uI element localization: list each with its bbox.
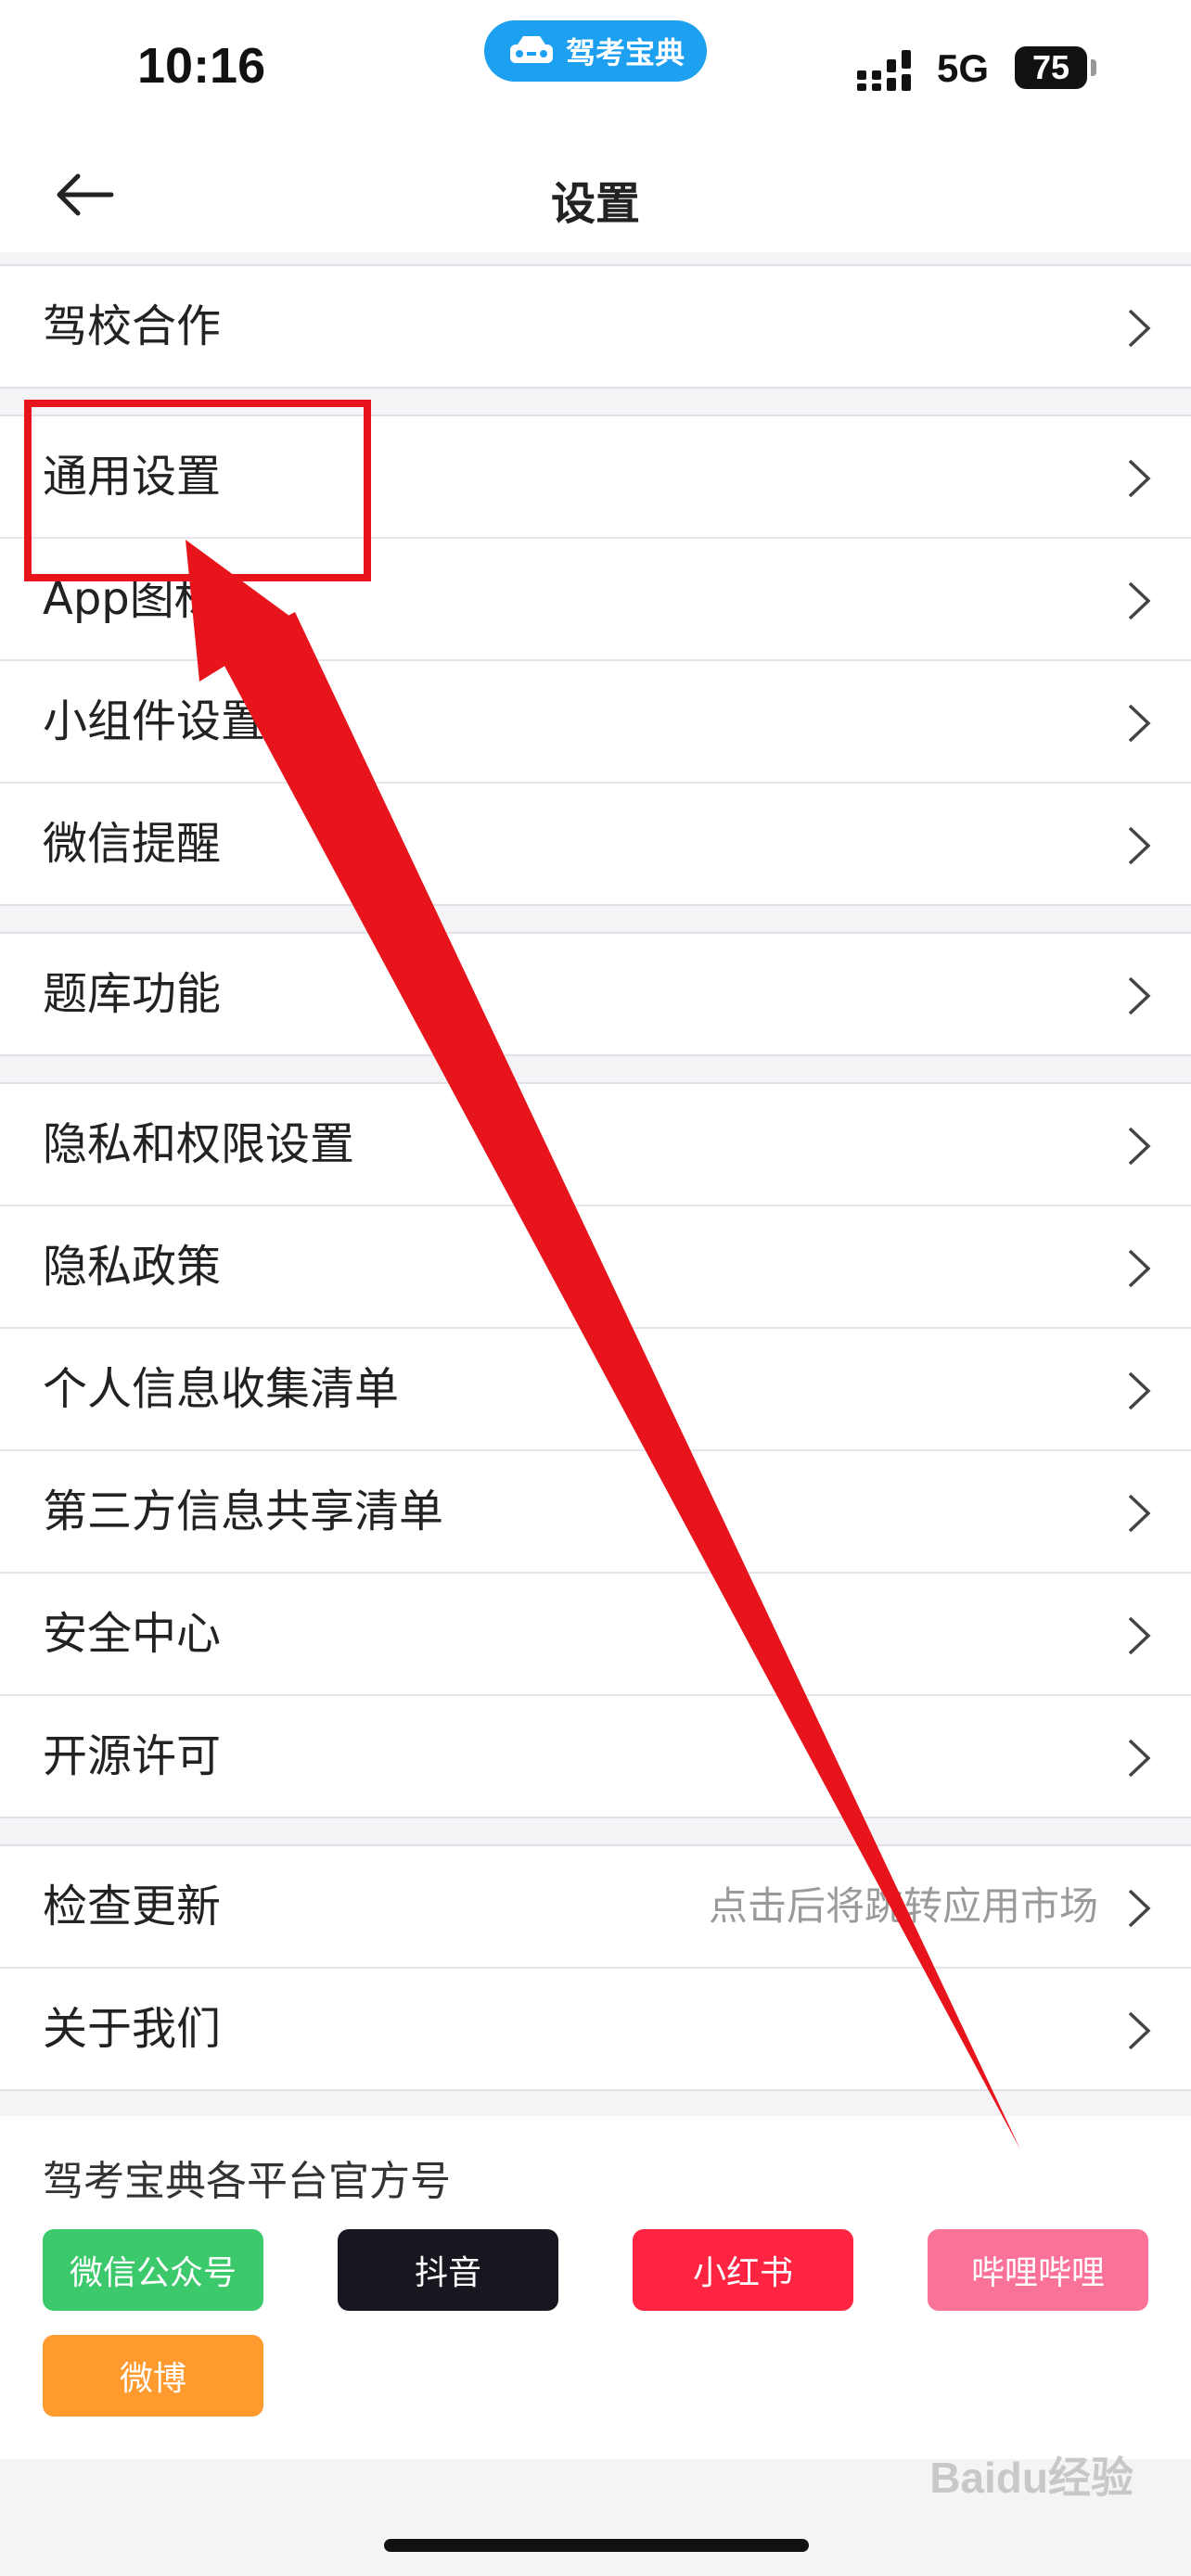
row-label: 安全中心 xyxy=(43,1608,222,1660)
row-privacy-permissions[interactable]: 隐私和权限设置 xyxy=(0,1084,1191,1206)
row-question-bank[interactable]: 题库功能 xyxy=(0,934,1191,1054)
app-pill-label: 驾考宝典 xyxy=(565,35,685,70)
row-label: 检查更新 xyxy=(43,1881,222,1932)
chevron-right-icon xyxy=(1128,1739,1151,1778)
settings-group-5: 检查更新 点击后将跳转应用市场 关于我们 xyxy=(0,1844,1191,2091)
official-accounts-title: 驾考宝典各平台官方号 xyxy=(43,2158,451,2205)
row-wechat-reminder[interactable]: 微信提醒 xyxy=(0,784,1191,904)
settings-group-3: 题库功能 xyxy=(0,932,1191,1056)
row-check-update[interactable]: 检查更新 点击后将跳转应用市场 xyxy=(0,1846,1191,1969)
signal-icon xyxy=(857,50,911,91)
app-indicator-pill[interactable]: 驾考宝典 xyxy=(484,20,707,82)
button-label: 小红书 xyxy=(692,2254,793,2292)
button-label: 哔哩哔哩 xyxy=(970,2254,1105,2292)
row-hint: 点击后将跳转应用市场 xyxy=(708,1883,1098,1929)
chevron-right-icon xyxy=(1128,1889,1151,1928)
row-label: 隐私和权限设置 xyxy=(43,1118,355,1170)
row-label: 小组件设置 xyxy=(43,695,266,747)
chevron-right-icon xyxy=(1128,1494,1151,1533)
chevron-right-icon xyxy=(1128,1127,1151,1166)
row-label: 微信提醒 xyxy=(43,818,222,870)
chevron-right-icon xyxy=(1128,1371,1151,1410)
car-icon xyxy=(509,36,553,63)
row-label: 第三方信息共享清单 xyxy=(43,1486,444,1537)
page-title: 设置 xyxy=(550,178,640,230)
button-label: 微信公众号 xyxy=(69,2254,237,2292)
douyin-button[interactable]: 抖音 xyxy=(338,2229,558,2311)
settings-group-4: 隐私和权限设置 隐私政策 个人信息收集清单 第三方信息共享清单 安全中心 开源许… xyxy=(0,1082,1191,1818)
chevron-right-icon xyxy=(1128,1616,1151,1655)
bilibili-button[interactable]: 哔哩哔哩 xyxy=(928,2229,1148,2311)
chevron-right-icon xyxy=(1128,459,1151,498)
nav-bar: 设置 xyxy=(0,139,1191,252)
chevron-right-icon xyxy=(1128,2011,1151,2050)
row-label: 个人信息收集清单 xyxy=(43,1363,400,1415)
row-privacy-policy[interactable]: 隐私政策 xyxy=(0,1206,1191,1329)
chevron-right-icon xyxy=(1128,581,1151,620)
chevron-right-icon xyxy=(1128,976,1151,1015)
status-time: 10:16 xyxy=(137,38,266,94)
xiaohongshu-button[interactable]: 小红书 xyxy=(633,2229,853,2311)
home-indicator[interactable] xyxy=(384,2539,809,2552)
row-label: 题库功能 xyxy=(43,968,222,1020)
button-label: 微博 xyxy=(119,2360,186,2398)
chevron-right-icon xyxy=(1128,704,1151,743)
chevron-right-icon xyxy=(1128,826,1151,865)
row-third-party-sharing[interactable]: 第三方信息共享清单 xyxy=(0,1451,1191,1574)
battery-icon: 75 xyxy=(1015,46,1096,89)
button-label: 抖音 xyxy=(414,2254,481,2292)
wechat-official-button[interactable]: 微信公众号 xyxy=(43,2229,263,2311)
status-bar: 10:16 驾考宝典 5G 75 xyxy=(0,0,1191,139)
row-open-source-license[interactable]: 开源许可 xyxy=(0,1696,1191,1817)
row-label: 关于我们 xyxy=(43,2003,222,2055)
row-label: 开源许可 xyxy=(43,1730,222,1782)
chevron-right-icon xyxy=(1128,309,1151,348)
weibo-button[interactable]: 微博 xyxy=(43,2335,263,2417)
official-accounts-section: 驾考宝典各平台官方号 微信公众号 抖音 小红书 哔哩哔哩 微博 xyxy=(0,2116,1191,2459)
chevron-right-icon xyxy=(1128,1249,1151,1288)
baidu-watermark: Baidu经验 xyxy=(929,2454,1133,2502)
row-widget-settings[interactable]: 小组件设置 xyxy=(0,661,1191,784)
row-about-us[interactable]: 关于我们 xyxy=(0,1969,1191,2089)
network-type: 5G xyxy=(937,46,990,90)
row-label: 驾校合作 xyxy=(43,300,222,352)
annotation-highlight-box xyxy=(24,400,371,581)
battery-level: 75 xyxy=(1031,48,1070,86)
row-driving-school[interactable]: 驾校合作 xyxy=(0,266,1191,387)
settings-group-1: 驾校合作 xyxy=(0,264,1191,389)
row-label: 隐私政策 xyxy=(43,1241,222,1293)
row-security-center[interactable]: 安全中心 xyxy=(0,1574,1191,1696)
row-personal-info-list[interactable]: 个人信息收集清单 xyxy=(0,1329,1191,1451)
